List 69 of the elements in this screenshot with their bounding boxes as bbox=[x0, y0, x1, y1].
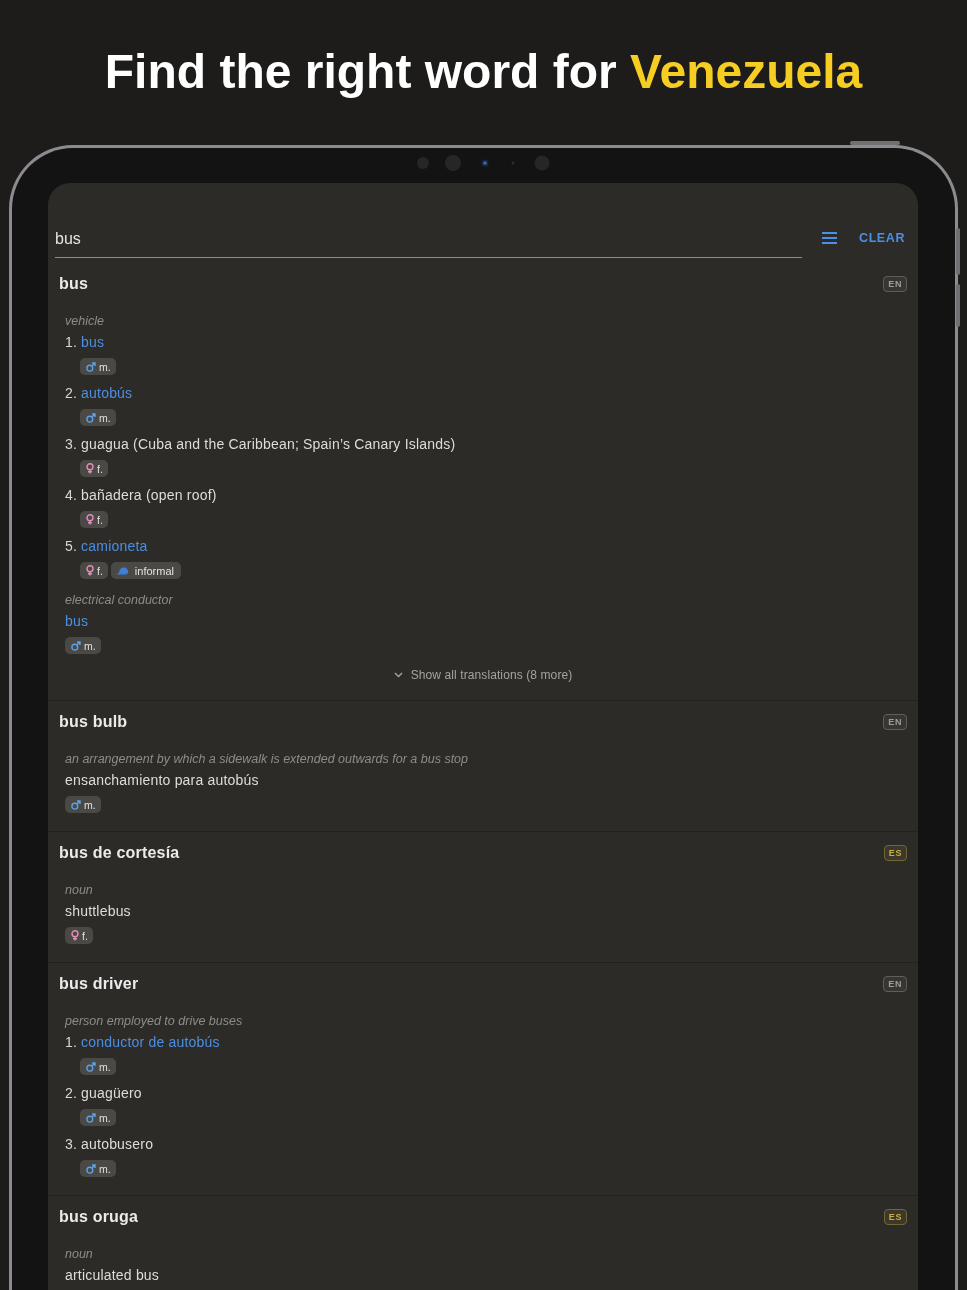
male-sign-icon bbox=[86, 361, 96, 372]
show-more-button[interactable]: Show all translations (8 more) bbox=[393, 667, 573, 683]
translation-link[interactable]: autobús bbox=[81, 385, 133, 401]
language-badge: EN bbox=[883, 276, 907, 292]
tablet-edge-key bbox=[956, 284, 960, 327]
tag-label: f. bbox=[82, 929, 88, 942]
tag-label: m. bbox=[99, 1060, 111, 1073]
list-number: 5. bbox=[65, 538, 78, 554]
translation-text: guagua (Cuba and the Caribbean; Spain’s Canary Islands) bbox=[81, 436, 456, 452]
sense-label: vehicle bbox=[65, 313, 105, 330]
female-sign-icon bbox=[86, 514, 94, 525]
tablet-edge-key bbox=[850, 141, 900, 145]
translation-text: articulated bus bbox=[65, 1267, 160, 1283]
tag-label: informal bbox=[134, 564, 174, 577]
tag-label: m. bbox=[84, 798, 96, 811]
search-field[interactable]: bus bbox=[55, 226, 802, 258]
translation-text: ensanchamiento para autobús bbox=[65, 772, 259, 788]
translation-text: shuttlebus bbox=[65, 903, 131, 919]
tag-label: m. bbox=[99, 1111, 111, 1124]
chevron-down-icon bbox=[393, 672, 403, 678]
tag-label: m. bbox=[99, 411, 111, 424]
tag-label: m. bbox=[99, 360, 111, 373]
headword: bus bulb bbox=[59, 713, 128, 731]
translation-link[interactable]: bus bbox=[65, 613, 89, 629]
translation-link[interactable]: conductor de autobús bbox=[81, 1034, 220, 1050]
list-number: 3. bbox=[65, 436, 78, 452]
list-number: 2. bbox=[65, 1085, 78, 1101]
clear-button[interactable]: CLEAR bbox=[859, 226, 906, 250]
female-sign-icon bbox=[86, 463, 94, 474]
tag-label: m. bbox=[84, 639, 96, 652]
list-number: 1. bbox=[65, 334, 78, 350]
list-number: 3. bbox=[65, 1136, 78, 1152]
male-sign-icon bbox=[86, 1112, 96, 1123]
male-sign-icon bbox=[86, 1163, 96, 1174]
female-sign-icon bbox=[71, 930, 79, 941]
menu-icon bbox=[822, 232, 837, 244]
translation-text: bañadera (open roof) bbox=[81, 487, 217, 503]
sense-label: an arrangement by which a sidewalk is extended outwards for a bus stop bbox=[65, 751, 469, 768]
male-sign-icon bbox=[86, 412, 96, 423]
female-sign-icon bbox=[86, 565, 94, 576]
tag-label: f. bbox=[97, 462, 103, 475]
translation-text: guagüero bbox=[81, 1085, 142, 1101]
translation-link[interactable]: bus bbox=[81, 334, 105, 350]
language-badge: ES bbox=[883, 845, 907, 861]
tag-label: f. bbox=[97, 564, 103, 577]
headword: bus oruga bbox=[59, 1208, 139, 1226]
language-badge: ES bbox=[883, 1209, 907, 1225]
translation-link[interactable]: camioneta bbox=[81, 538, 148, 554]
headword: bus de cortesía bbox=[59, 844, 180, 862]
list-number: 2. bbox=[65, 385, 78, 401]
sense-label: electrical conductor bbox=[65, 592, 174, 609]
sense-label: person employed to drive buses bbox=[65, 1013, 244, 1030]
male-sign-icon bbox=[86, 1061, 96, 1072]
headword: bus bbox=[59, 275, 89, 293]
list-number: 4. bbox=[65, 487, 78, 503]
list-number: 1. bbox=[65, 1034, 78, 1050]
cap-icon bbox=[116, 566, 129, 575]
headline: Find the right word for Venezuela bbox=[103, 44, 864, 98]
male-sign-icon bbox=[71, 640, 81, 651]
male-sign-icon bbox=[71, 799, 81, 810]
translation-text: autobusero bbox=[81, 1136, 154, 1152]
sense-label: noun bbox=[65, 1246, 94, 1263]
tag-label: f. bbox=[97, 513, 103, 526]
language-badge: EN bbox=[883, 714, 907, 730]
headword: bus driver bbox=[59, 975, 139, 993]
tag-label: m. bbox=[99, 1162, 111, 1175]
tablet-edge-key bbox=[956, 228, 960, 275]
language-badge: EN bbox=[883, 976, 907, 992]
sense-label: noun bbox=[65, 882, 94, 899]
